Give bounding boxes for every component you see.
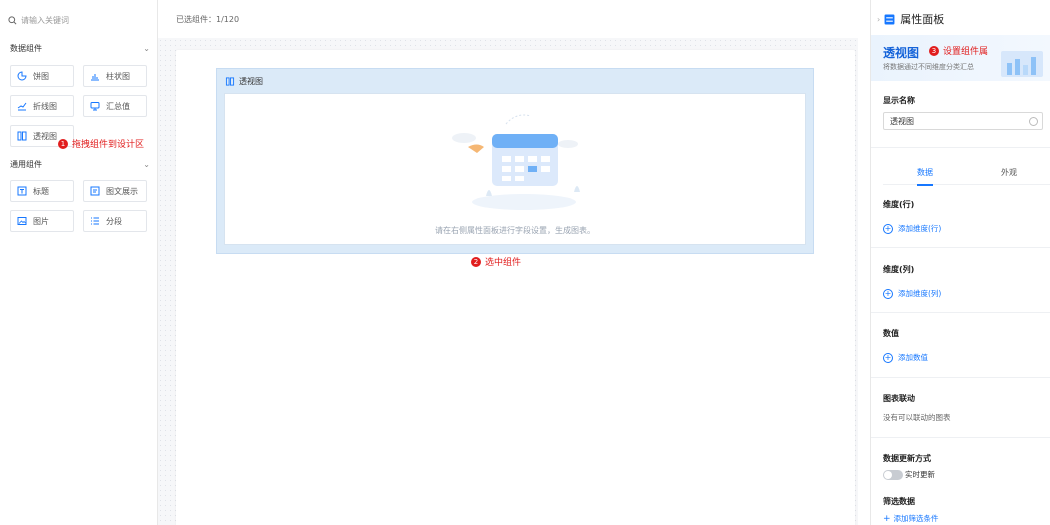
chevron-right-icon[interactable]: ›: [877, 15, 880, 24]
summary-icon: [90, 102, 100, 111]
display-name-label: 显示名称: [883, 96, 915, 105]
component-title[interactable]: 标题: [10, 180, 74, 202]
display-name-field[interactable]: 透视图: [883, 112, 1043, 130]
add-filter-button[interactable]: + 添加筛选条件: [883, 513, 939, 524]
component-segment[interactable]: 分段: [83, 210, 147, 232]
filter-label: 筛选数据: [883, 497, 915, 506]
image-text-icon: [90, 186, 100, 196]
property-panel-header: › 属性面板: [877, 13, 945, 26]
add-value-button[interactable]: + 添加数值: [883, 352, 928, 363]
divider: [871, 312, 1050, 313]
pivot-chart-component[interactable]: 透视图 请在右侧属性面板进行字段设置，生成图表。: [216, 68, 814, 254]
title-icon: [17, 186, 27, 196]
dimension-row-label: 维度(行): [883, 200, 915, 209]
pivot-title: 透视图: [239, 77, 263, 86]
line-chart-icon: [17, 102, 27, 111]
component-panel: 请输入关键词 数据组件 ⌄ 饼图 柱状图 折线图 汇总值 透视图 1 拖拽组件到…: [0, 0, 158, 525]
annotation-properties: 3 设置组件属: [929, 44, 988, 57]
pivot-table-icon: [17, 131, 27, 141]
pie-chart-icon: [17, 71, 27, 81]
value-label: 数值: [883, 329, 899, 338]
divider: [871, 437, 1050, 438]
update-mode-label: 数据更新方式: [883, 454, 931, 463]
divider: [871, 147, 1050, 148]
data-components-header[interactable]: 数据组件 ⌄: [10, 41, 150, 55]
search-placeholder: 请输入关键词: [21, 15, 69, 25]
property-tabs: 数据 外观: [883, 159, 1050, 186]
toggle-switch[interactable]: [883, 469, 903, 480]
component-image[interactable]: 图片: [10, 210, 74, 232]
component-description: 将数据通过不同维度分类汇总: [883, 63, 974, 71]
component-name: 透视图: [883, 46, 920, 60]
pivot-header: 透视图: [225, 76, 263, 87]
component-info-banner: 透视图 将数据通过不同维度分类汇总 3 设置组件属: [871, 35, 1050, 81]
tab-appearance[interactable]: 外观: [967, 159, 1050, 185]
chevron-down-icon: ⌄: [143, 159, 150, 169]
add-dimension-col-button[interactable]: + 添加维度(列): [883, 288, 941, 299]
panel-icon: [884, 14, 895, 24]
plus-circle-icon: +: [883, 288, 893, 299]
component-line[interactable]: 折线图: [10, 95, 74, 117]
pivot-table-icon: [225, 77, 235, 86]
component-summary[interactable]: 汇总值: [83, 95, 147, 117]
search-icon: [8, 15, 17, 24]
chart-link-desc: 没有可以联动的图表: [883, 413, 951, 422]
plus-circle-icon: +: [883, 223, 893, 234]
selected-count: 已选组件：1/120: [176, 14, 240, 24]
banner-chart-illustration: [1001, 51, 1043, 77]
segment-icon: [91, 217, 99, 225]
component-bar[interactable]: 柱状图: [83, 65, 147, 87]
image-icon: [17, 217, 27, 225]
component-pie[interactable]: 饼图: [10, 65, 74, 87]
annotation-drag: 1 拖拽组件到设计区: [58, 137, 144, 150]
general-components-header[interactable]: 通用组件 ⌄: [10, 157, 150, 171]
selection-status-bar: 已选组件：1/120: [158, 0, 858, 38]
design-canvas[interactable]: 透视图 请在右侧属性面板进行字段设置，生成图表。 2 选中组件: [176, 50, 855, 525]
tab-data[interactable]: 数据: [883, 159, 967, 186]
divider: [871, 247, 1050, 248]
plus-icon: +: [883, 513, 891, 524]
plus-circle-icon: +: [883, 352, 893, 363]
add-dimension-row-button[interactable]: + 添加维度(行): [883, 223, 941, 234]
empty-hint: 请在右侧属性面板进行字段设置，生成图表。: [435, 226, 595, 235]
divider: [871, 377, 1050, 378]
annotation-select: 2 选中组件: [471, 255, 521, 268]
property-panel: › 属性面板 透视图 将数据通过不同维度分类汇总 3 设置组件属 显示名称 透视…: [870, 0, 1050, 525]
pivot-empty-state: 请在右侧属性面板进行字段设置，生成图表。: [224, 93, 806, 245]
dimension-col-label: 维度(列): [883, 265, 915, 274]
realtime-update-toggle[interactable]: 实时更新: [883, 469, 935, 480]
empty-calendar-illustration: [452, 114, 580, 210]
search-input[interactable]: 请输入关键词: [8, 11, 148, 29]
design-canvas-area[interactable]: 透视图 请在右侧属性面板进行字段设置，生成图表。 2 选中组件: [158, 38, 858, 525]
clear-icon[interactable]: [1029, 117, 1038, 126]
chart-link-label: 图表联动: [883, 394, 915, 403]
chevron-down-icon: ⌄: [143, 43, 150, 53]
bar-chart-icon: [91, 74, 99, 81]
component-image-text[interactable]: 图文展示: [83, 180, 147, 202]
